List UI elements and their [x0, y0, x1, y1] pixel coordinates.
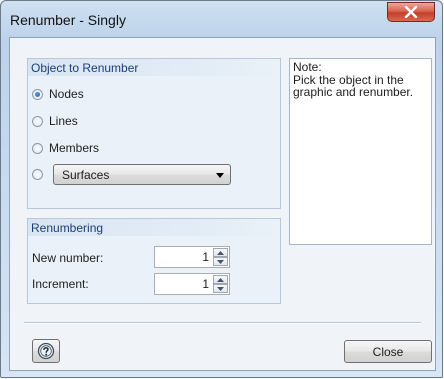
radio-nodes-label: Nodes	[49, 87, 84, 101]
surfaces-dropdown[interactable]: Surfaces	[53, 164, 231, 185]
increment-stepper[interactable]: 1	[154, 273, 230, 295]
radio-members-button[interactable]	[32, 142, 43, 154]
renumbering-group: Renumbering New number: 1 Increment: 1	[27, 218, 281, 304]
radio-nodes-button[interactable]	[32, 88, 43, 100]
close-icon	[404, 6, 418, 18]
new-number-down-button[interactable]	[213, 257, 228, 266]
renumbering-header: Renumbering	[28, 219, 280, 236]
chevron-down-icon	[216, 173, 224, 178]
close-button[interactable]: Close	[344, 340, 432, 363]
help-button[interactable]	[32, 339, 60, 363]
footer-divider	[24, 322, 421, 324]
new-number-value: 1	[202, 250, 209, 264]
radio-lines-button[interactable]	[32, 115, 43, 127]
caret-down-icon	[217, 259, 224, 264]
radio-lines[interactable]: Lines	[32, 114, 78, 128]
radio-surfaces[interactable]: Surfaces	[32, 164, 231, 185]
increment-value: 1	[202, 277, 209, 291]
window-close-button[interactable]	[387, 2, 435, 22]
increment-label: Increment:	[32, 277, 89, 291]
new-number-label: New number:	[32, 251, 104, 265]
object-to-renumber-title: Object to Renumber	[31, 61, 139, 75]
renumbering-title: Renumbering	[31, 221, 104, 235]
note-panel: Note: Pick the object in the graphic and…	[289, 58, 432, 245]
increment-up-button[interactable]	[213, 275, 228, 284]
surfaces-dropdown-value: Surfaces	[62, 168, 110, 182]
note-title: Note:	[293, 60, 322, 74]
caret-down-icon	[217, 286, 224, 291]
object-to-renumber-group: Object to Renumber Nodes Lines Members S…	[27, 58, 281, 209]
object-to-renumber-header: Object to Renumber	[28, 59, 280, 76]
caret-up-icon	[217, 250, 224, 255]
radio-lines-label: Lines	[49, 114, 78, 128]
increment-down-button[interactable]	[213, 284, 228, 293]
help-icon	[37, 342, 55, 360]
radio-surfaces-button[interactable]	[32, 169, 43, 180]
new-number-up-button[interactable]	[213, 248, 228, 257]
close-button-label: Close	[372, 344, 404, 359]
dialog-client-area: Object to Renumber Nodes Lines Members S…	[9, 37, 436, 371]
window-title: Renumber - Singly	[10, 12, 126, 28]
radio-members-label: Members	[49, 141, 100, 155]
new-number-stepper[interactable]: 1	[154, 246, 230, 268]
title-bar[interactable]: Renumber - Singly	[1, 1, 442, 37]
caret-up-icon	[217, 277, 224, 282]
note-text: Pick the object in the graphic and renum…	[293, 73, 414, 99]
radio-nodes[interactable]: Nodes	[32, 87, 84, 101]
dialog-window: Renumber - Singly Object to Renumber Nod…	[0, 0, 443, 378]
radio-members[interactable]: Members	[32, 141, 99, 155]
